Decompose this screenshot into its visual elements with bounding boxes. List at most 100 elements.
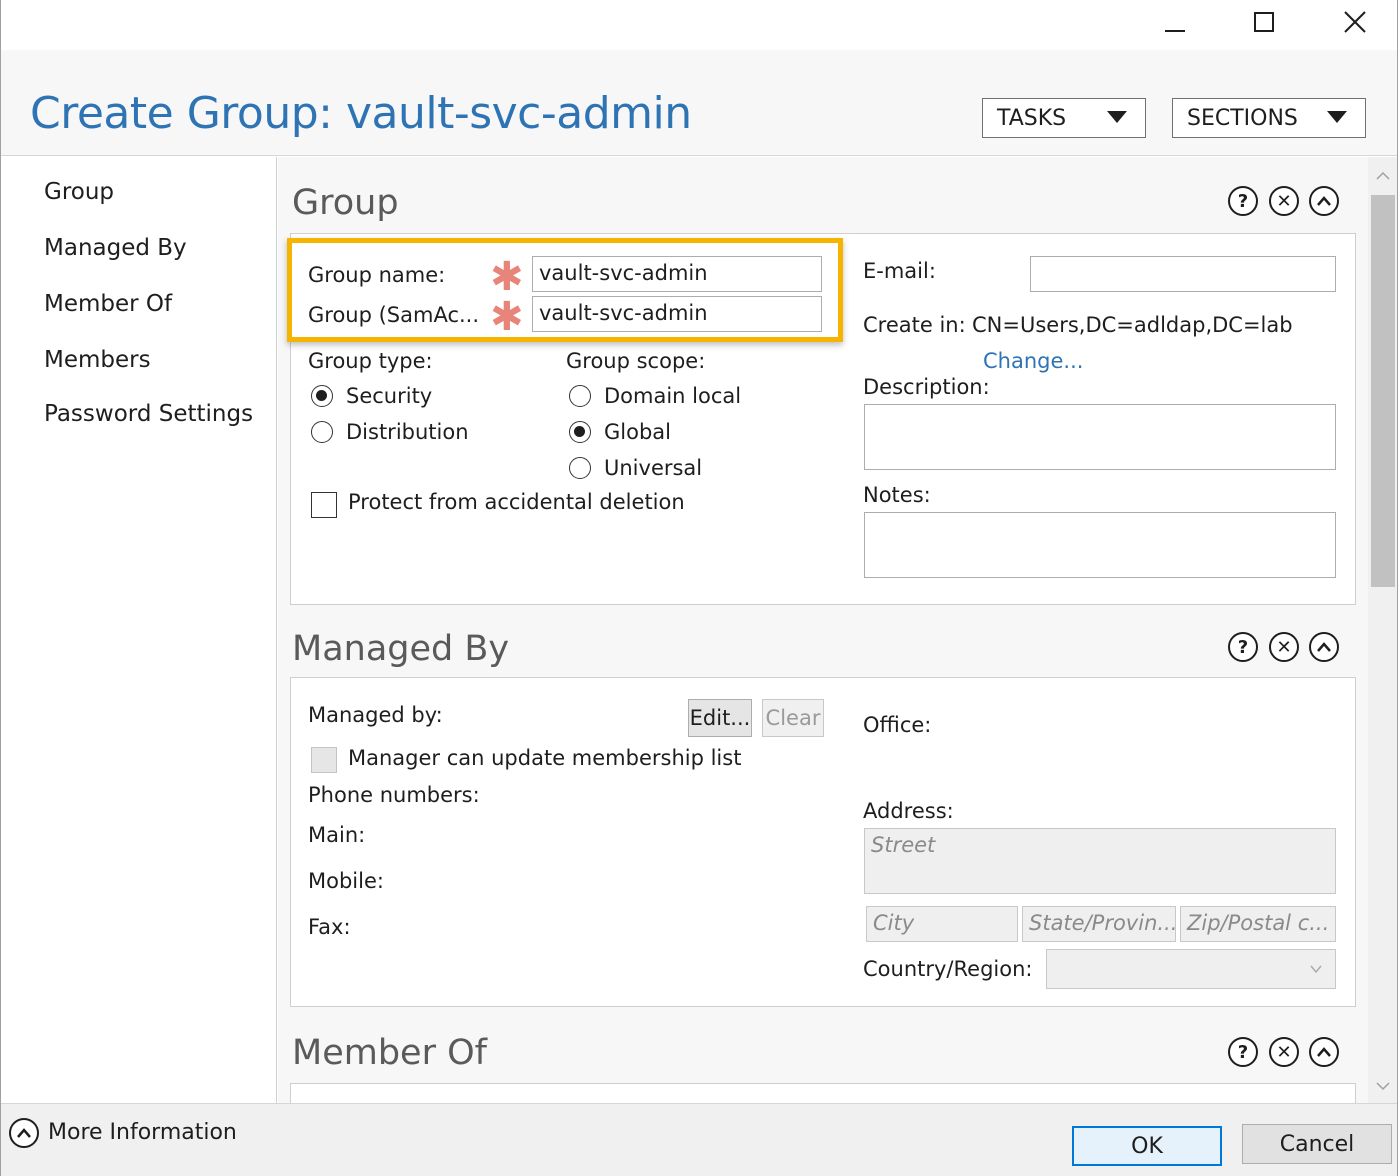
help-button[interactable]: ? [1228, 632, 1258, 662]
manager-update-checkbox[interactable] [311, 747, 337, 773]
notes-label: Notes: [863, 483, 931, 507]
distribution-label: Distribution [346, 420, 469, 444]
country-select[interactable] [1046, 949, 1336, 989]
sections-dropdown[interactable]: SECTIONS [1172, 98, 1366, 138]
sidebar-item-password-settings[interactable]: Password Settings [44, 401, 253, 427]
tasks-label: TASKS [997, 105, 1067, 131]
create-in-value: CN=Users,DC=adldap,DC=lab [972, 313, 1293, 337]
footer: More Information OK Cancel [0, 1103, 1398, 1176]
more-info-toggle[interactable] [9, 1118, 39, 1148]
maximize-icon [1254, 12, 1274, 32]
group-type-label: Group type: [308, 349, 433, 373]
group-scope-label: Group scope: [566, 349, 706, 373]
security-label: Security [346, 384, 433, 408]
city-input[interactable]: City [866, 906, 1018, 942]
create-in-label: Create in: [863, 313, 966, 337]
chevron-up-icon [1317, 1047, 1331, 1057]
dropdown-arrow-icon [1107, 111, 1127, 123]
address-label: Address: [863, 799, 954, 823]
samaccount-input[interactable]: vault-svc-admin [532, 296, 822, 332]
fax-label: Fax: [308, 915, 351, 939]
protect-label: Protect from accidental deletion [348, 490, 685, 514]
collapse-section-button[interactable] [1309, 1037, 1339, 1067]
close-window-button[interactable] [1332, 2, 1378, 42]
sidebar-item-member-of[interactable]: Member Of [44, 291, 172, 317]
email-input[interactable] [1030, 256, 1336, 292]
sidebar: Group Managed By Member Of Members Passw… [0, 157, 277, 1103]
vertical-scrollbar[interactable] [1368, 157, 1398, 1103]
section-title-group: Group [292, 183, 399, 223]
phone-numbers-label: Phone numbers: [308, 783, 480, 807]
sections-label: SECTIONS [1187, 105, 1298, 131]
close-icon: ✕ [1276, 1041, 1292, 1063]
samaccount-label: Group (SamAc... [308, 303, 480, 327]
zip-input[interactable]: Zip/Postal c... [1180, 906, 1336, 942]
close-section-button[interactable]: ✕ [1269, 186, 1299, 216]
email-label: E-mail: [863, 259, 936, 283]
group-name-input[interactable]: vault-svc-admin [532, 256, 822, 292]
scroll-thumb[interactable] [1371, 195, 1395, 587]
help-icon: ? [1237, 1041, 1249, 1063]
change-link-text[interactable]: Change... [983, 349, 1083, 373]
help-icon: ? [1237, 636, 1249, 658]
required-icon: ✱ [490, 294, 524, 340]
section-title-managed-by: Managed By [292, 629, 510, 669]
radio-distribution[interactable] [311, 421, 333, 443]
country-label: Country/Region: [863, 957, 1033, 981]
maximize-button[interactable] [1241, 2, 1287, 42]
sidebar-item-members[interactable]: Members [44, 347, 151, 373]
dropdown-arrow-icon [1327, 111, 1347, 123]
help-button[interactable]: ? [1228, 1037, 1258, 1067]
member-of-panel [290, 1083, 1356, 1103]
universal-label: Universal [604, 456, 703, 480]
description-input[interactable] [864, 404, 1336, 470]
description-label: Description: [863, 375, 990, 399]
radio-security[interactable] [311, 385, 333, 407]
sidebar-item-group[interactable]: Group [44, 179, 114, 205]
content-pane: Group ? ✕ Group name: ✱ vault-svc-admin … [278, 157, 1368, 1103]
main-phone-label: Main: [308, 823, 366, 847]
close-icon: ✕ [1276, 636, 1292, 658]
notes-input[interactable] [864, 512, 1336, 578]
cancel-button[interactable]: Cancel [1242, 1124, 1392, 1164]
radio-global[interactable] [569, 421, 591, 443]
scroll-up-icon[interactable] [1375, 171, 1391, 181]
global-label: Global [604, 420, 671, 444]
minimize-button[interactable] [1152, 2, 1198, 42]
change-link[interactable]: Change... [983, 349, 1083, 373]
edit-button[interactable]: Edit... [688, 699, 752, 737]
ok-button[interactable]: OK [1072, 1126, 1222, 1166]
close-icon: ✕ [1276, 190, 1292, 212]
office-label: Office: [863, 713, 932, 737]
chevron-up-icon [17, 1128, 31, 1138]
manager-update-label: Manager can update membership list [348, 746, 742, 770]
more-info-label[interactable]: More Information [48, 1120, 237, 1145]
street-input[interactable]: Street [864, 828, 1336, 894]
sidebar-item-managed-by[interactable]: Managed By [44, 235, 187, 261]
chevron-up-icon [1317, 642, 1331, 652]
collapse-section-button[interactable] [1309, 632, 1339, 662]
managed-by-label: Managed by: [308, 703, 443, 727]
state-input[interactable]: State/Provin... [1022, 906, 1176, 942]
radio-domain-local[interactable] [569, 385, 591, 407]
help-button[interactable]: ? [1228, 186, 1258, 216]
clear-button[interactable]: Clear [762, 699, 824, 737]
chevron-down-icon [1310, 965, 1322, 974]
group-name-label: Group name: [308, 263, 446, 287]
protect-checkbox[interactable] [311, 492, 337, 518]
scroll-down-icon[interactable] [1375, 1081, 1391, 1091]
close-section-button[interactable]: ✕ [1269, 1037, 1299, 1067]
required-icon: ✱ [490, 254, 524, 300]
close-section-button[interactable]: ✕ [1269, 632, 1299, 662]
chevron-up-icon [1317, 196, 1331, 206]
page-title: Create Group: vault-svc-admin [30, 88, 692, 139]
domain-local-label: Domain local [604, 384, 742, 408]
help-icon: ? [1237, 190, 1249, 212]
section-title-member-of: Member Of [292, 1033, 487, 1073]
close-icon [1344, 11, 1366, 33]
tasks-dropdown[interactable]: TASKS [982, 98, 1146, 138]
radio-universal[interactable] [569, 457, 591, 479]
minimize-icon [1165, 30, 1185, 32]
mobile-phone-label: Mobile: [308, 869, 384, 893]
collapse-section-button[interactable] [1309, 186, 1339, 216]
